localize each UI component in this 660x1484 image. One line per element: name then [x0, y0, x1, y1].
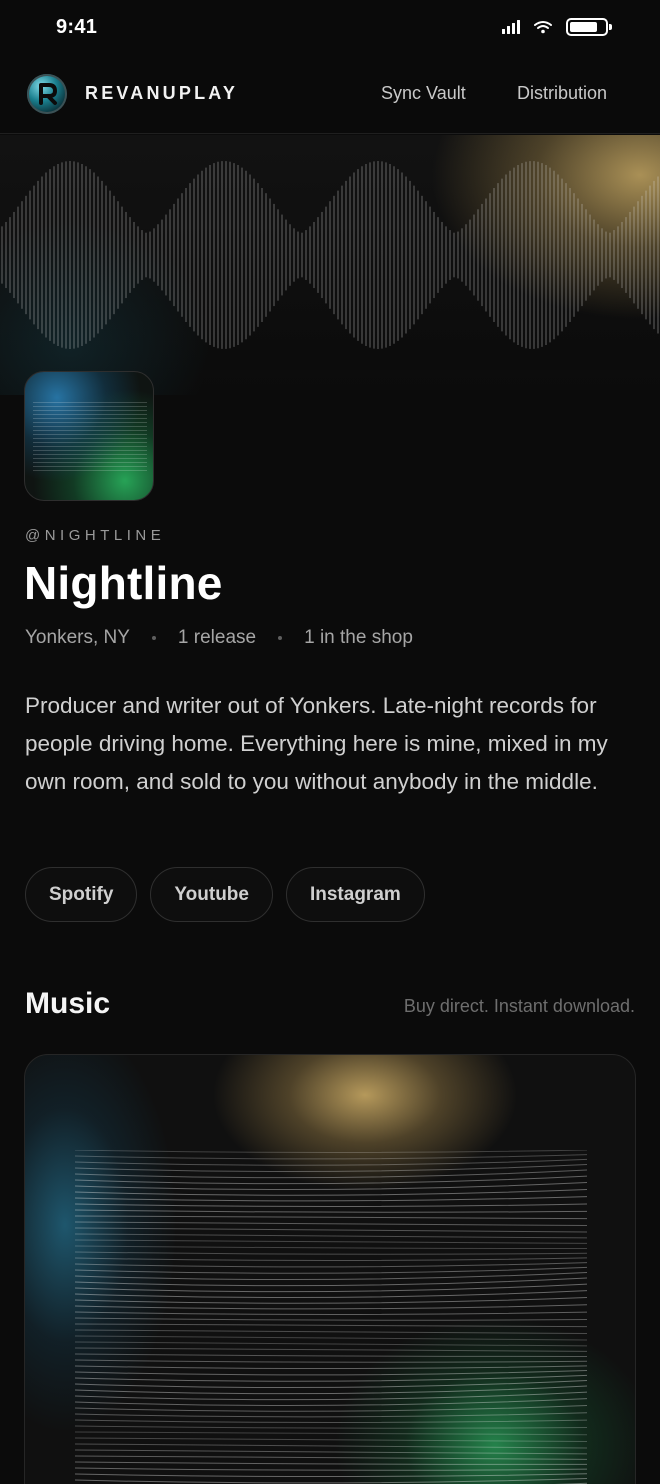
brand-logo-icon[interactable]: [27, 74, 67, 114]
music-section-subtitle: Buy direct. Instant download.: [403, 996, 635, 1016]
status-bar: 9:41: [0, 0, 660, 56]
shop-count: 1 in the shop: [304, 627, 413, 648]
top-nav: REVANUPLAY Sync Vault Distribution: [0, 56, 660, 134]
hero-banner: [0, 135, 660, 395]
music-section-title: Music: [25, 987, 111, 1020]
artist-name: Nightline: [24, 557, 223, 609]
release-count: 1 release: [177, 627, 257, 648]
release-artwork: [75, 1150, 587, 1484]
artist-meta: Yonkers, NY 1 release 1 in the shop: [25, 627, 413, 649]
social-links: Spotify Youtube Instagram: [25, 867, 425, 922]
wifi-icon: [534, 21, 552, 34]
youtube-link-button[interactable]: Youtube: [150, 867, 273, 922]
artist-handle: @NIGHTLINE: [25, 527, 166, 544]
waveform-graphic: [1, 161, 659, 349]
separator-dot: [278, 636, 283, 640]
release-card[interactable]: [24, 1054, 636, 1484]
spotify-link-button[interactable]: Spotify: [25, 867, 138, 922]
battery-icon: [566, 18, 612, 36]
artist-avatar: [24, 371, 154, 501]
status-icons: [502, 16, 612, 38]
nav-link-distribution[interactable]: Distribution: [517, 83, 607, 104]
brand-name[interactable]: REVANUPLAY: [85, 83, 238, 104]
separator-dot: [151, 636, 156, 640]
instagram-link-button[interactable]: Instagram: [285, 867, 425, 922]
artist-location: Yonkers, NY: [25, 627, 130, 648]
nav-link-sync-vault[interactable]: Sync Vault: [381, 83, 466, 104]
status-time: 9:41: [56, 16, 98, 38]
signal-icon: [502, 20, 520, 34]
artist-bio: Producer and writer out of Yonkers. Late…: [25, 693, 608, 794]
